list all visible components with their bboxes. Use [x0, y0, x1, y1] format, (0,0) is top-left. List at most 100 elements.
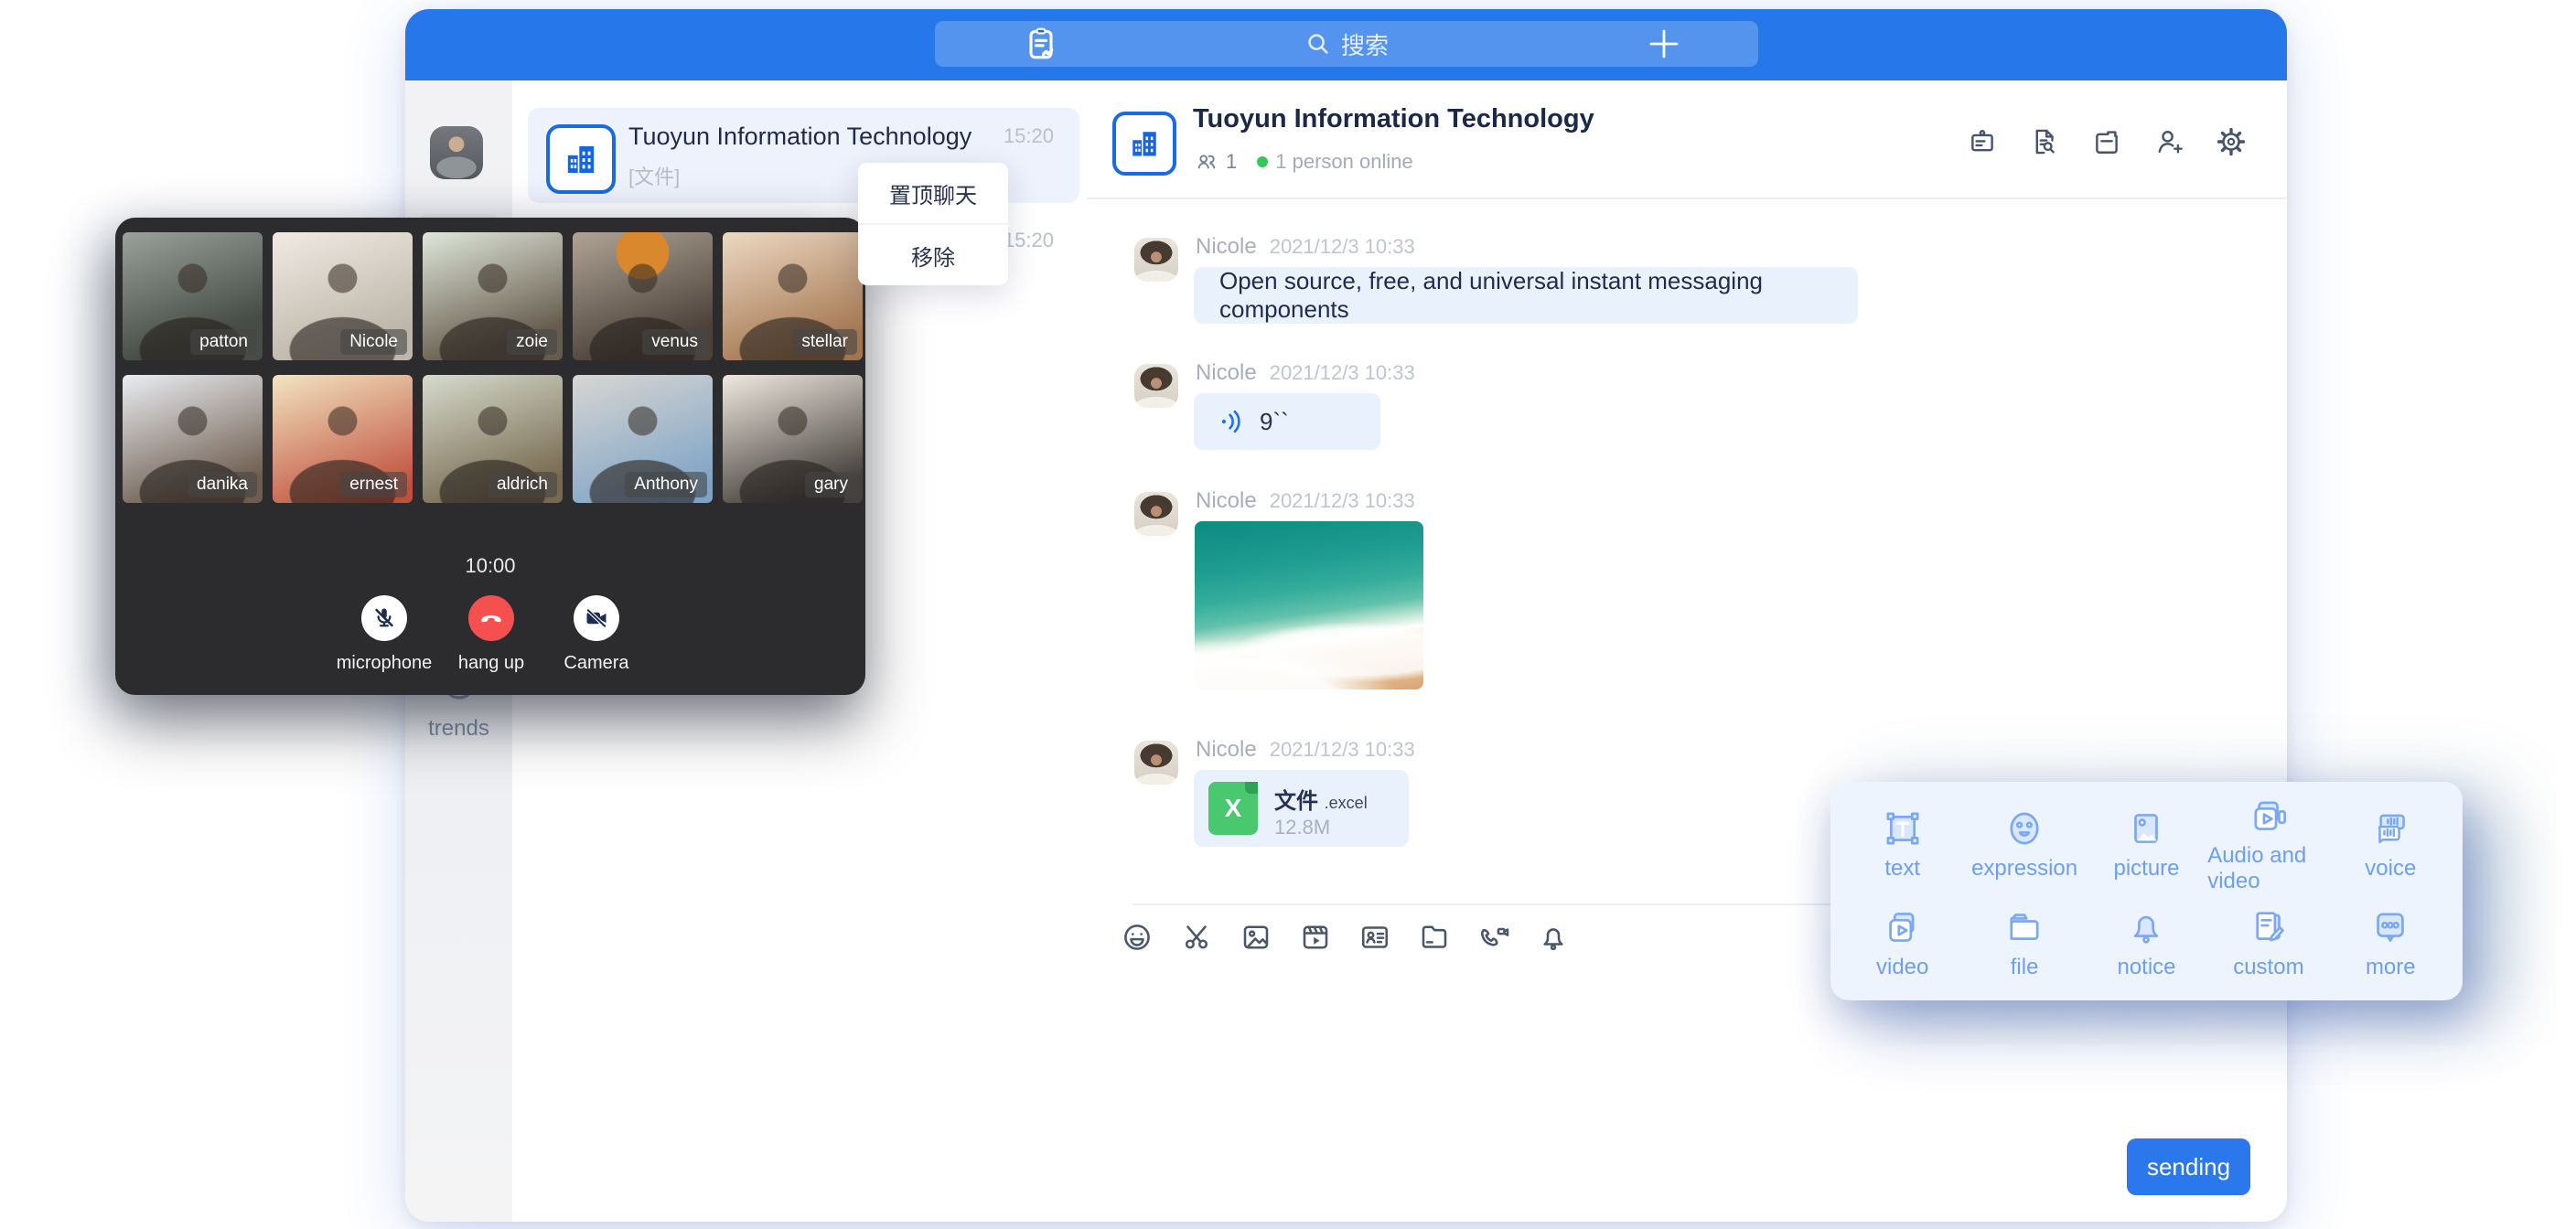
sender-avatar[interactable]: [1134, 741, 1178, 785]
panel-label: expression: [1971, 856, 2077, 882]
participant-name: stellar: [792, 329, 857, 355]
message-meta: Nicole2021/12/3 10:33: [1196, 234, 1415, 260]
panel-item-custom[interactable]: custom: [2207, 894, 2329, 991]
online-dot: [1257, 156, 1268, 167]
participant-tile[interactable]: zoie: [423, 232, 563, 360]
chat-header: Tuoyun Information Technology 1 1 person…: [1087, 80, 2287, 199]
contact-card-icon[interactable]: [1358, 921, 1391, 954]
hang-up-button[interactable]: [468, 595, 514, 641]
group-avatar: [546, 124, 616, 194]
panel-item-text[interactable]: text: [1841, 795, 1963, 894]
sender-avatar[interactable]: [1134, 238, 1178, 282]
voice-duration: 9``: [1260, 408, 1289, 436]
conversation-title: Tuoyun Information Technology: [628, 123, 971, 151]
message-meta: Nicole2021/12/3 10:33: [1196, 737, 1415, 763]
user-avatar[interactable]: [430, 126, 483, 179]
conversation-context-menu: 置顶聊天 移除: [858, 163, 1008, 285]
camera-off-icon: [583, 604, 610, 632]
add-member-icon[interactable]: [2153, 126, 2184, 157]
search-field[interactable]: 搜索: [1304, 27, 1389, 61]
sender-avatar[interactable]: [1134, 364, 1178, 408]
camera-label: Camera: [523, 653, 670, 674]
call-icon[interactable]: [1477, 921, 1510, 954]
video-icon[interactable]: [1299, 921, 1332, 954]
participant-tile[interactable]: danika: [123, 375, 263, 503]
notification-icon[interactable]: [1537, 921, 1570, 954]
menu-item-remove[interactable]: 移除: [858, 223, 1008, 285]
screenshot-icon[interactable]: [1180, 921, 1213, 954]
camera-button[interactable]: [574, 595, 619, 641]
chat-panel: Tuoyun Information Technology 1 1 person…: [1087, 80, 2287, 1222]
picture-icon[interactable]: [1240, 921, 1272, 954]
audio-video-icon: [2248, 795, 2290, 837]
conversation-last-message: [文件]: [628, 161, 680, 190]
voice-message[interactable]: 9``: [1194, 393, 1380, 450]
file-name: 文件 .excel: [1274, 783, 1368, 815]
sender-name: Nicole: [1196, 737, 1257, 762]
trends-label: trends: [405, 716, 512, 742]
group-file-icon[interactable]: [2091, 126, 2122, 157]
send-button[interactable]: sending: [2127, 1138, 2250, 1195]
participant-tile[interactable]: ernest: [273, 375, 413, 503]
participant-tile[interactable]: gary: [723, 375, 863, 503]
panel-item-file[interactable]: file: [1963, 894, 2085, 991]
search-icon: [1304, 30, 1332, 58]
group-notice-icon[interactable]: [1967, 126, 1998, 157]
file-icon[interactable]: [1418, 921, 1451, 954]
panel-label: more: [2366, 955, 2416, 980]
panel-label: file: [2011, 955, 2039, 980]
microphone-button[interactable]: [361, 595, 407, 641]
emoji-icon[interactable]: [1121, 921, 1154, 954]
hang-up-icon: [478, 604, 505, 632]
file-message[interactable]: X 文件 .excel 12.8M: [1194, 770, 1409, 847]
sender-avatar[interactable]: [1134, 492, 1178, 536]
custom-icon: [2248, 906, 2290, 948]
chat-history-search-icon[interactable]: [2029, 126, 2060, 157]
participant-tile[interactable]: aldrich: [423, 375, 563, 503]
participant-tile[interactable]: patton: [123, 232, 263, 360]
panel-label: picture: [2113, 856, 2179, 882]
participant-name: venus: [642, 329, 707, 355]
panel-item-notice[interactable]: notice: [2086, 894, 2207, 991]
menu-item-pin-chat[interactable]: 置顶聊天: [858, 163, 1008, 223]
participant-name: aldrich: [488, 472, 557, 497]
file-panel-icon: [2003, 906, 2045, 948]
participant-tile[interactable]: Anthony: [573, 375, 713, 503]
members-icon: [1195, 150, 1218, 174]
panel-item-expression[interactable]: expression: [1963, 795, 2085, 894]
file-extension: .excel: [1325, 794, 1368, 812]
participant-tile[interactable]: venus: [573, 232, 713, 360]
participant-name: Anthony: [625, 472, 707, 497]
panel-item-more[interactable]: more: [2330, 894, 2452, 991]
text-message[interactable]: Open source, free, and universal instant…: [1194, 267, 1858, 324]
conversation-time: 15:20: [1004, 229, 1054, 252]
panel-label: Audio and video: [2207, 843, 2329, 894]
chat-title: Tuoyun Information Technology: [1193, 104, 1594, 134]
search-bar[interactable]: 搜索: [935, 21, 1758, 67]
image-message[interactable]: [1195, 521, 1423, 689]
participant-name: Nicole: [340, 329, 407, 355]
add-button[interactable]: [1645, 25, 1683, 63]
participant-name: danika: [188, 472, 257, 497]
building-icon: [1128, 127, 1161, 160]
participant-tile[interactable]: Nicole: [273, 232, 413, 360]
group-avatar: [1112, 112, 1176, 176]
participant-tile[interactable]: stellar: [723, 232, 863, 360]
building-icon: [563, 141, 599, 177]
composer-toolbar: [1121, 921, 1570, 954]
panel-item-voice[interactable]: voice: [2330, 795, 2452, 894]
panel-item-video[interactable]: video: [1841, 894, 1963, 991]
picture-panel-icon: [2125, 807, 2167, 850]
panel-item-picture[interactable]: picture: [2086, 795, 2207, 894]
call-log-icon[interactable]: [1021, 24, 1061, 64]
text-icon: [1882, 807, 1924, 850]
top-bar: 搜索: [405, 9, 2287, 80]
settings-icon[interactable]: [2216, 126, 2247, 157]
panel-item-audio-video[interactable]: Audio and video: [2207, 795, 2329, 894]
notice-icon: [2125, 906, 2167, 948]
composer-popup-panel: text expression picture: [1830, 782, 2463, 1000]
panel-label: voice: [2365, 856, 2416, 882]
panel-label: text: [1884, 856, 1920, 882]
sender-name: Nicole: [1196, 234, 1257, 259]
video-panel-icon: [1882, 906, 1924, 948]
